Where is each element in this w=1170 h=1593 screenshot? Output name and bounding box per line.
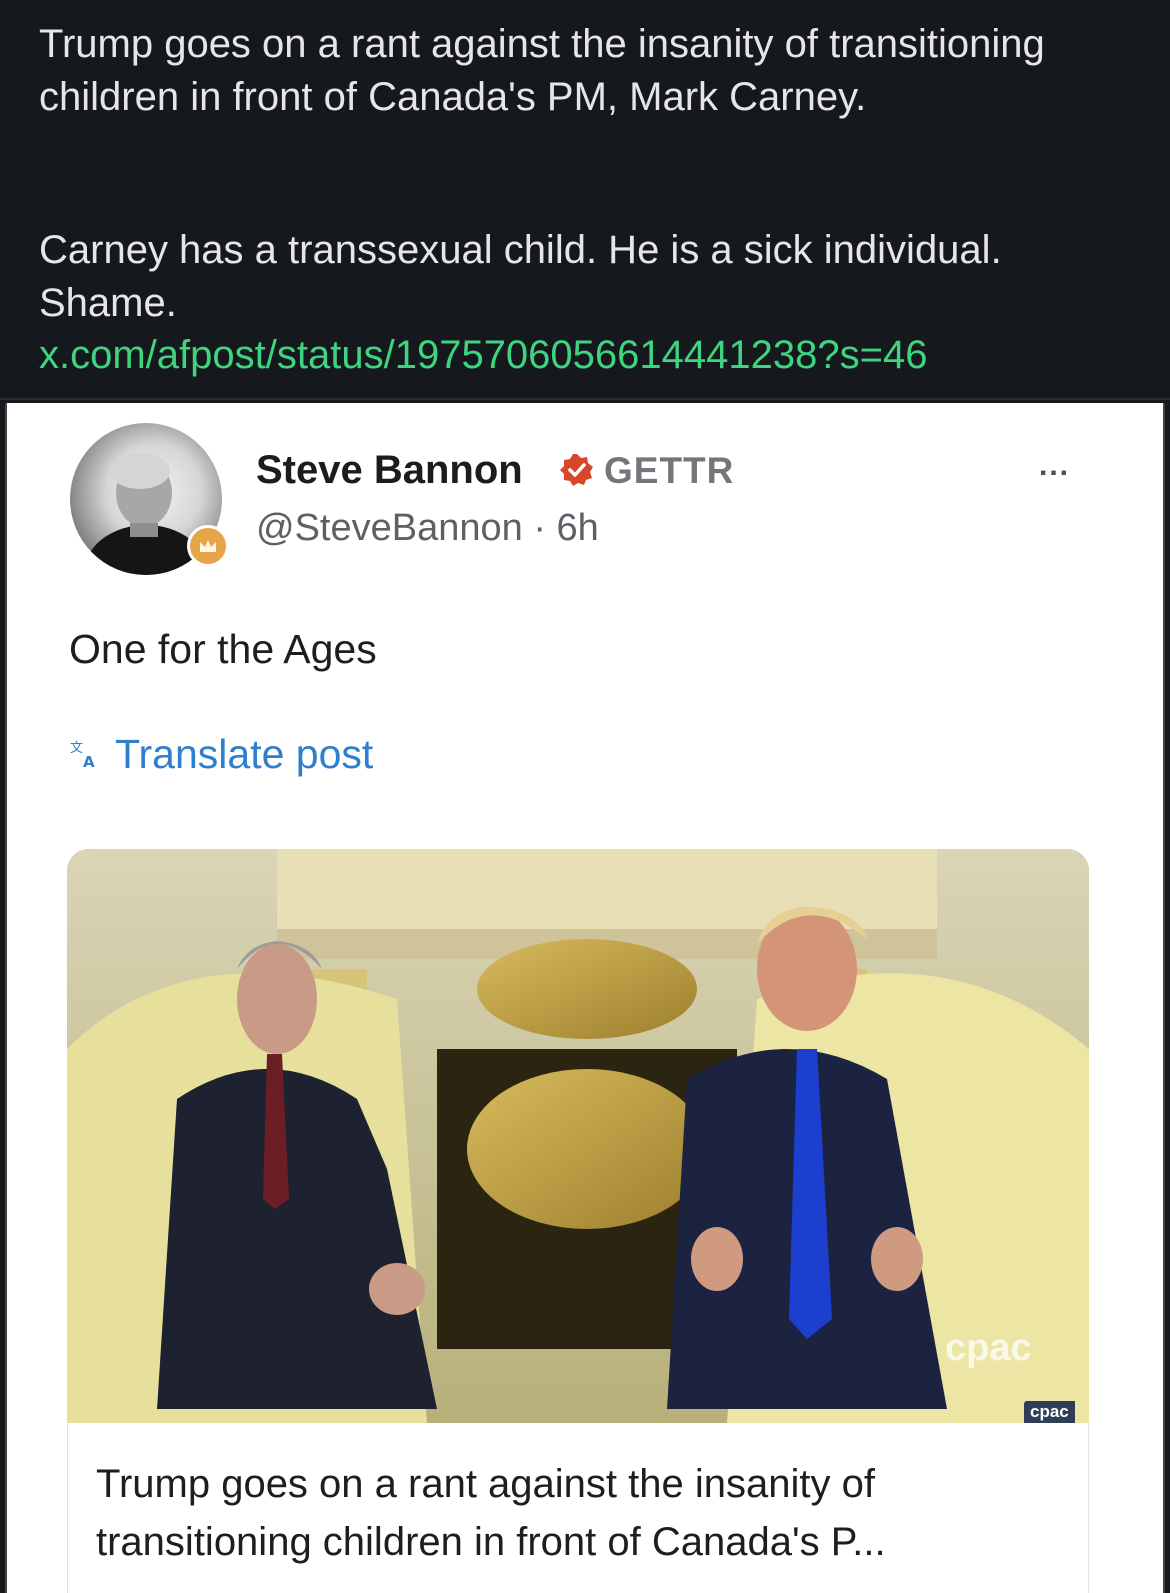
- embedded-screenshot-card: Steve Bannon GETTR ... @SteveBannon · 6h…: [5, 403, 1165, 1593]
- more-dots-icon[interactable]: ...: [1039, 451, 1070, 481]
- author-name[interactable]: Steve Bannon: [256, 445, 523, 495]
- platform-brand: GETTR: [604, 450, 735, 491]
- svg-text:文: 文: [70, 741, 83, 756]
- post-link[interactable]: x.com/afpost/status/1975706056614441238?…: [39, 330, 927, 380]
- verified-check-icon: [559, 452, 595, 488]
- post-paragraph-2: Carney has a transsexual child. He is a …: [39, 228, 1002, 325]
- crown-badge-icon: [187, 525, 229, 567]
- translate-icon: 文 A: [70, 741, 95, 770]
- translate-button[interactable]: 文 A Translate post: [69, 728, 373, 780]
- embedded-post-text: One for the Ages: [69, 626, 377, 672]
- translate-label: Translate post: [115, 731, 374, 777]
- video-watermark-small: cpac: [1024, 1401, 1075, 1423]
- outer-post: Trump goes on a rant against the insanit…: [0, 0, 1170, 400]
- post-paragraph-1: Trump goes on a rant against the insanit…: [39, 22, 1045, 119]
- link-preview-title: Trump goes on a rant against the insanit…: [96, 1462, 886, 1564]
- video-frame-image: [67, 849, 1089, 1423]
- author-handle-time: @SteveBannon · 6h: [256, 507, 599, 549]
- video-thumbnail[interactable]: cpac cpac: [67, 849, 1089, 1423]
- svg-text:A: A: [83, 753, 95, 770]
- divider: [0, 398, 1170, 400]
- video-watermark: cpac: [945, 1327, 1032, 1369]
- link-preview[interactable]: Trump goes on a rant against the insanit…: [67, 1423, 1089, 1593]
